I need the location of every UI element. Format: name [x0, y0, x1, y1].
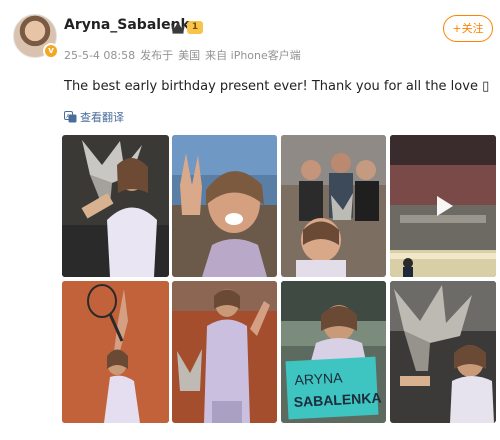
crown-icon: [171, 22, 185, 34]
post-timestamp[interactable]: 25-5-4 08:58: [64, 49, 135, 62]
translate-label: 查看翻译: [80, 111, 124, 124]
photo-3[interactable]: [281, 135, 386, 277]
photo-8[interactable]: [390, 281, 496, 423]
video-play-icon[interactable]: [430, 193, 456, 219]
post-meta: 25-5-4 08:58 发布于 美国 来自 iPhone客户端: [64, 47, 306, 63]
translate-icon: A: [64, 111, 77, 123]
post-location: 美国: [178, 49, 201, 62]
photo-6[interactable]: [172, 281, 277, 423]
banner-line-1: ARYNA: [294, 369, 343, 388]
vip-level: 1: [187, 20, 203, 34]
avatar[interactable]: v: [13, 14, 59, 59]
photo-7[interactable]: ARYNA SABALENKA: [281, 281, 386, 423]
follow-button[interactable]: +关注: [443, 15, 493, 42]
photo-2[interactable]: [172, 135, 277, 277]
photo-4[interactable]: [390, 135, 496, 277]
vip-badge[interactable]: 1: [170, 19, 203, 35]
source-prefix: 发布于: [140, 49, 174, 62]
photo-5[interactable]: [62, 281, 169, 423]
photo-1[interactable]: [62, 135, 169, 277]
translate-link[interactable]: A 查看翻译: [64, 109, 124, 125]
post-text: The best early birthday present ever! Th…: [64, 79, 490, 94]
svg-text:A: A: [66, 114, 70, 120]
post-device: 来自 iPhone客户端: [205, 49, 301, 62]
verified-badge-icon: v: [43, 43, 59, 59]
